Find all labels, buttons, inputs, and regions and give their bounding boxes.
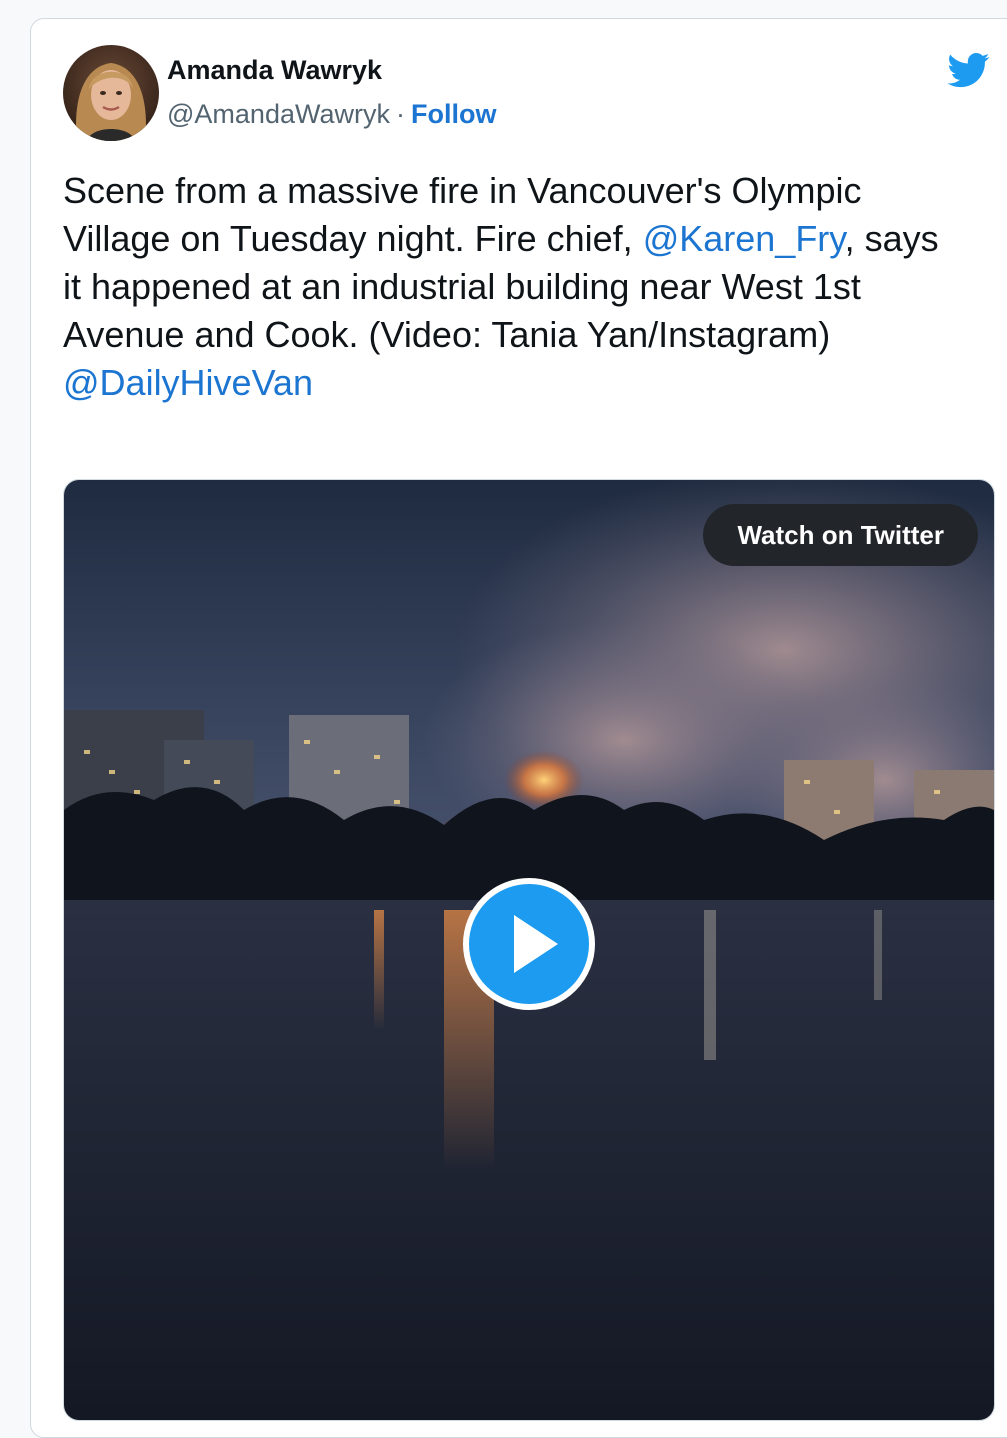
- video-player[interactable]: Watch on Twitter: [63, 479, 995, 1421]
- separator-dot: ·: [395, 99, 405, 129]
- mention-karen-fry[interactable]: @Karen_Fry: [643, 218, 845, 259]
- play-icon[interactable]: [462, 877, 596, 1011]
- tweet-text: Scene from a massive fire in Vancouver's…: [63, 167, 963, 407]
- author-handle-line: @AmandaWawryk · Follow: [167, 99, 496, 130]
- tweet-card: Amanda Wawryk @AmandaWawryk · Follow Scene…: [30, 18, 1007, 1438]
- follow-link[interactable]: Follow: [411, 99, 496, 129]
- mention-dailyhivevan[interactable]: @DailyHiveVan: [63, 362, 313, 403]
- twitter-bird-icon[interactable]: [945, 49, 993, 91]
- avatar[interactable]: [63, 45, 159, 141]
- watch-on-twitter-button[interactable]: Watch on Twitter: [703, 504, 978, 566]
- author-name[interactable]: Amanda Wawryk: [167, 55, 382, 86]
- avatar-image: [63, 45, 159, 141]
- author-handle[interactable]: @AmandaWawryk: [167, 99, 390, 129]
